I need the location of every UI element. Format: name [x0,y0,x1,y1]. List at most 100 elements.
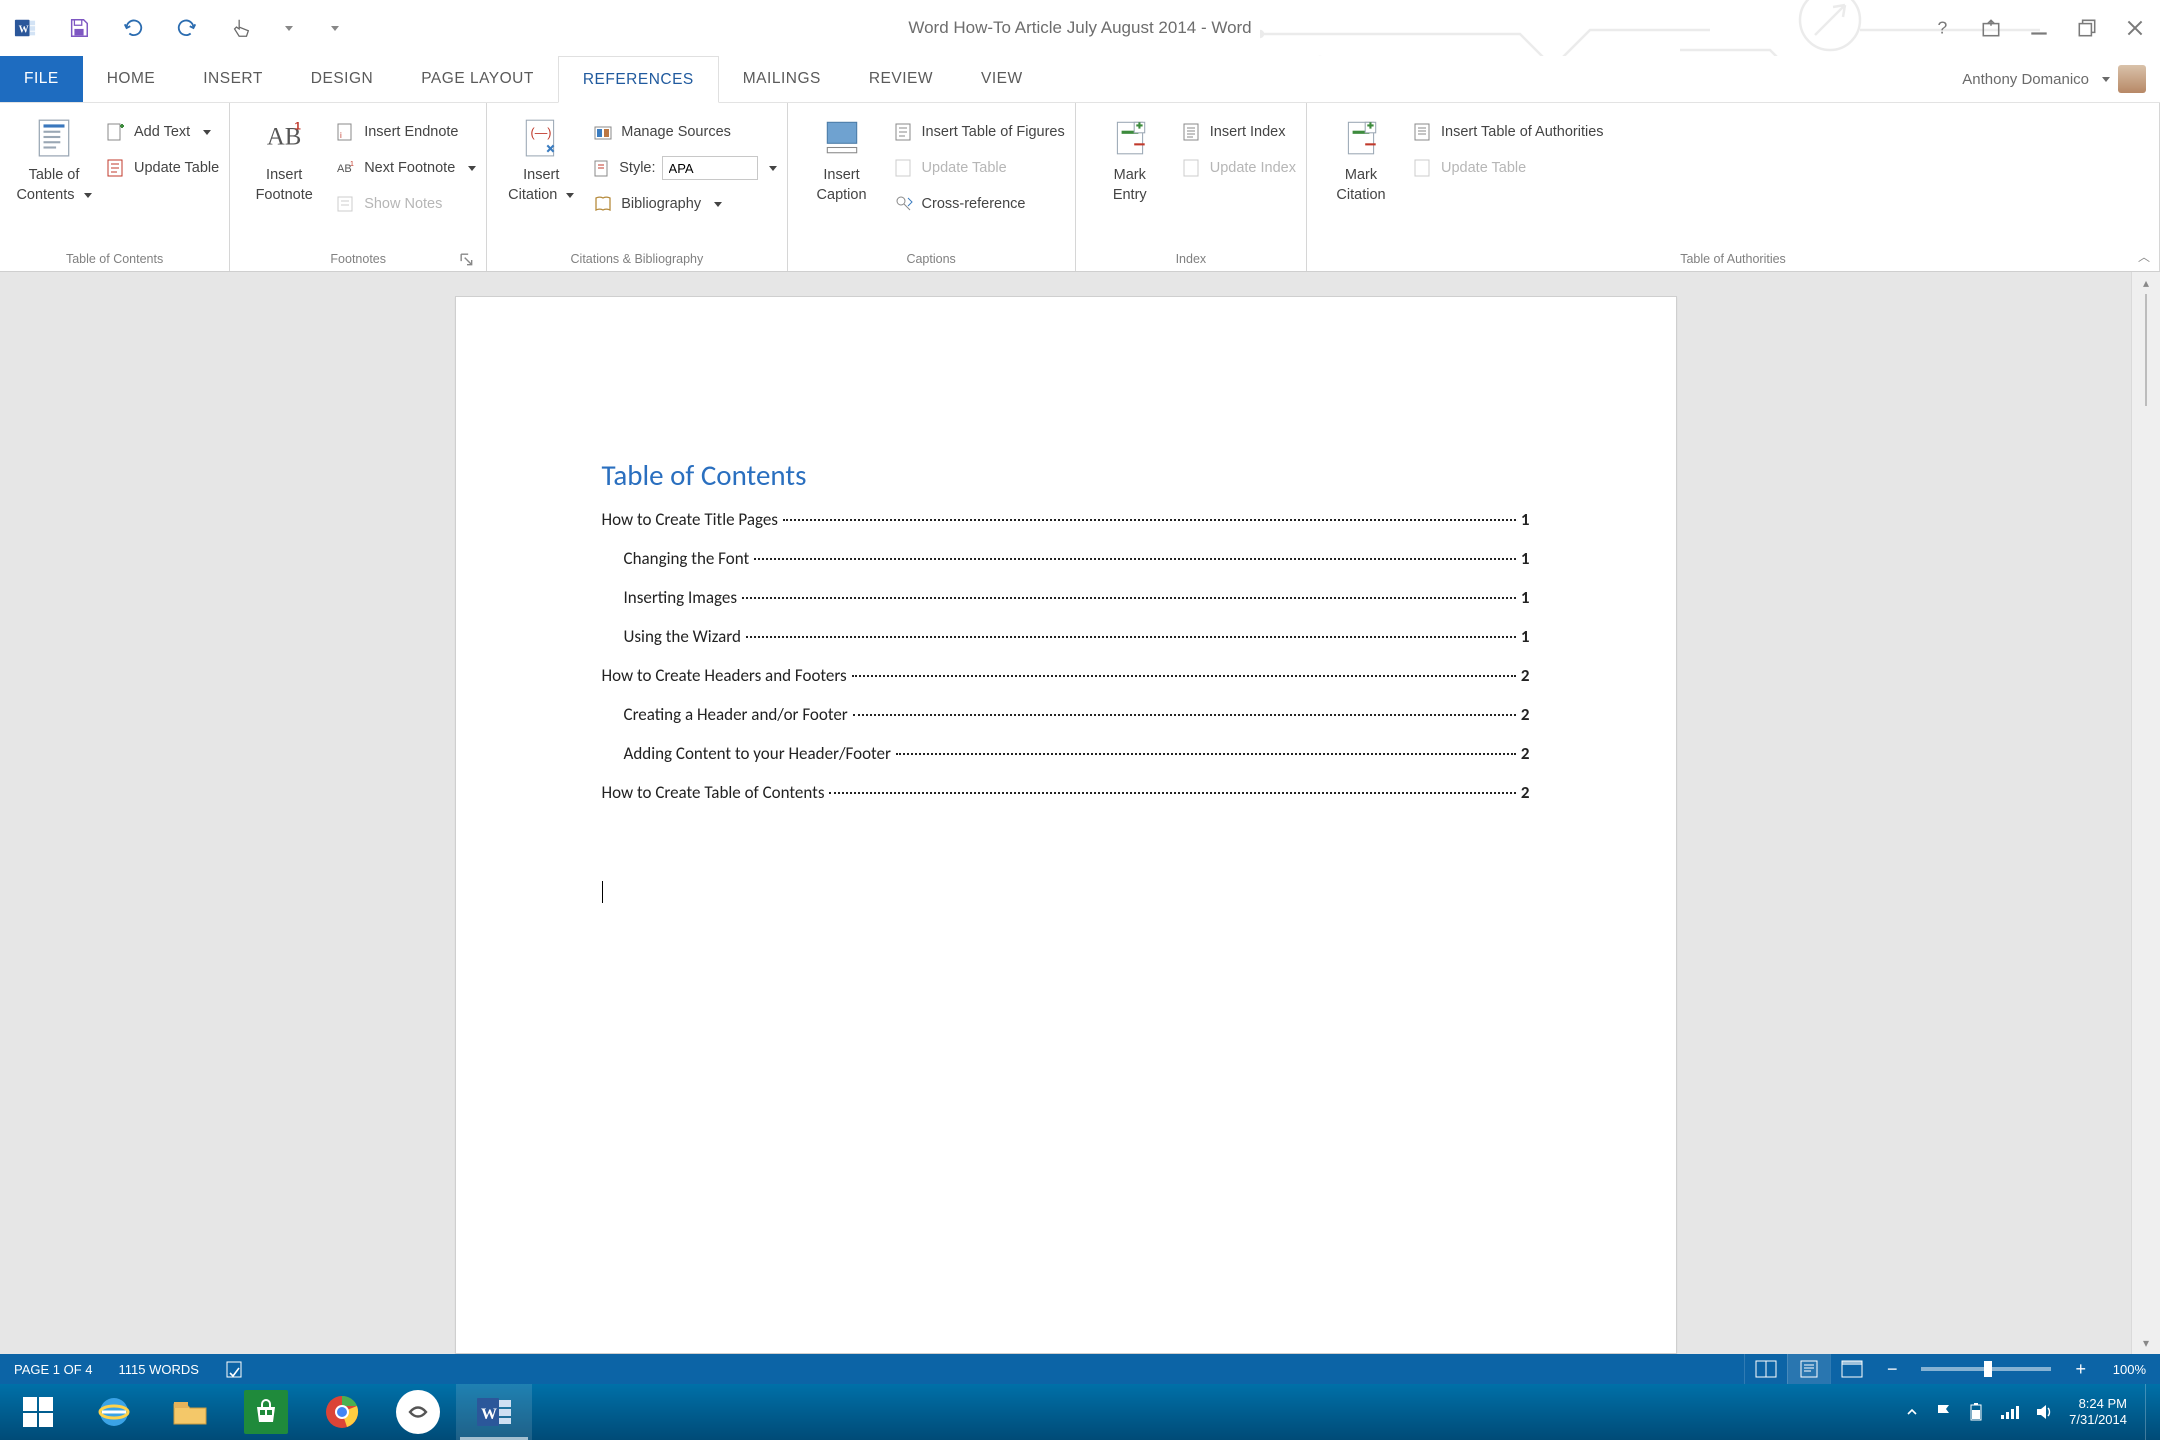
group-label-captions: Captions [798,247,1065,271]
undo-icon[interactable] [118,13,148,43]
toc-entry[interactable]: Inserting Images 1 [602,587,1530,608]
tab-home[interactable]: HOME [83,56,180,102]
group-table-of-contents: Table of Contents Add Text Update Table … [0,103,230,271]
tray-wifi-icon[interactable] [1999,1404,2019,1420]
touch-mode-dropdown[interactable] [280,26,292,31]
toc-entry-text: Changing the Font [624,548,750,569]
mark-citation-button[interactable]: Mark Citation [1317,109,1405,205]
style-icon [593,158,613,178]
customize-qat-dropdown[interactable] [326,26,338,31]
mark-entry-icon [1109,113,1151,161]
tab-review[interactable]: REVIEW [845,56,957,102]
svg-text:W: W [19,25,29,36]
toc-entry-text: How to Create Table of Contents [602,782,825,803]
footnotes-dialog-launcher-icon[interactable] [460,253,474,267]
page[interactable]: Table of Contents How to Create Title Pa… [455,296,1677,1354]
document-scroll-area[interactable]: Table of Contents How to Create Title Pa… [0,272,2131,1354]
scroll-up-icon[interactable]: ▴ [2143,272,2149,294]
manage-sources-button[interactable]: Manage Sources [593,119,776,145]
toc-entry[interactable]: Using the Wizard 1 [602,626,1530,647]
touch-mode-icon[interactable] [226,13,256,43]
vertical-scrollbar[interactable]: ▴ ▾ [2131,272,2160,1354]
zoom-slider[interactable] [1921,1367,2051,1371]
save-icon[interactable] [64,13,94,43]
toc-entry[interactable]: How to Create Headers and Footers 2 [602,665,1530,686]
taskbar-app-icon[interactable] [380,1384,456,1440]
next-footnote-button[interactable]: AB1 Next Footnote [336,155,476,181]
quick-access-toolbar: W [0,13,348,43]
update-index-icon [1182,158,1202,178]
tab-insert[interactable]: INSERT [179,56,287,102]
tray-volume-icon[interactable] [2035,1403,2053,1421]
close-icon[interactable] [2124,17,2146,39]
zoom-in-icon[interactable]: + [2069,1359,2092,1380]
insert-endnote-button[interactable]: i Insert Endnote [336,119,476,145]
word-count[interactable]: 1115 WORDS [119,1362,199,1377]
update-table-button[interactable]: Update Table [106,155,219,181]
table-of-figures-icon [894,122,914,142]
tab-file[interactable]: FILE [0,56,83,102]
web-layout-icon[interactable] [1830,1354,1873,1384]
svg-text:?: ? [1938,18,1948,38]
insert-citation-button[interactable]: (—) Insert Citation [497,109,585,205]
insert-authorities-button[interactable]: Insert Table of Authorities [1413,119,1604,145]
tab-references[interactable]: REFERENCES [558,56,719,103]
tray-overflow-icon[interactable] [1905,1405,1919,1419]
style-select[interactable] [662,156,758,180]
tab-mailings[interactable]: MAILINGS [719,56,845,102]
toc-entry[interactable]: How to Create Table of Contents 2 [602,782,1530,803]
add-text-button[interactable]: Add Text [106,119,219,145]
style-dropdown-icon[interactable] [764,160,777,176]
toc-entry-text: How to Create Title Pages [602,509,778,530]
tab-page-layout[interactable]: PAGE LAYOUT [397,56,558,102]
zoom-level[interactable]: 100% [2100,1362,2146,1377]
toc-entry-page: 2 [1521,704,1530,725]
manage-sources-icon [593,122,613,142]
proofing-icon[interactable] [225,1359,245,1379]
taskbar-explorer-icon[interactable] [152,1384,228,1440]
insert-index-button[interactable]: Insert Index [1182,119,1296,145]
toc-entry[interactable]: Creating a Header and/or Footer 2 [602,704,1530,725]
page-indicator[interactable]: PAGE 1 OF 4 [14,1362,93,1377]
scroll-down-icon[interactable]: ▾ [2143,1332,2149,1354]
read-mode-icon[interactable] [1744,1354,1787,1384]
toc-entry-text: How to Create Headers and Footers [602,665,847,686]
print-layout-icon[interactable] [1787,1354,1830,1384]
mark-entry-button[interactable]: Mark Entry [1086,109,1174,205]
tab-design[interactable]: DESIGN [287,56,397,102]
scroll-thumb[interactable] [2145,294,2147,406]
ribbon-display-options-icon[interactable] [1980,17,2002,39]
restore-icon[interactable] [2076,17,2098,39]
insert-footnote-button[interactable]: AB1 Insert Footnote [240,109,328,205]
tab-view[interactable]: VIEW [957,56,1047,102]
ribbon: Table of Contents Add Text Update Table … [0,103,2160,272]
minimize-icon[interactable] [2028,17,2050,39]
update-authorities-icon [1413,158,1433,178]
toc-entry[interactable]: How to Create Title Pages 1 [602,509,1530,530]
cross-reference-button[interactable]: Cross-reference [894,191,1065,217]
redo-icon[interactable] [172,13,202,43]
toc-entry-page: 2 [1521,665,1530,686]
collapse-ribbon-icon[interactable]: ︿ [2138,248,2150,265]
group-label-authorities: Table of Authorities [1317,247,2149,271]
show-desktop-button[interactable] [2145,1384,2156,1440]
help-icon[interactable]: ? [1932,17,1954,39]
taskbar-ie-icon[interactable] [76,1384,152,1440]
taskbar-store-icon[interactable] [228,1384,304,1440]
user-dropdown-icon [2097,71,2110,88]
tray-clock[interactable]: 8:24 PM 7/31/2014 [2069,1396,2129,1428]
start-button[interactable] [0,1384,76,1440]
taskbar-word-icon[interactable]: W [456,1384,532,1440]
zoom-out-icon[interactable]: − [1881,1359,1904,1380]
taskbar-chrome-icon[interactable] [304,1384,380,1440]
toc-entry[interactable]: Changing the Font 1 [602,548,1530,569]
svg-text:i: i [340,131,342,140]
tray-flag-icon[interactable] [1935,1403,1953,1421]
bibliography-button[interactable]: Bibliography [593,191,776,217]
insert-table-of-figures-button[interactable]: Insert Table of Figures [894,119,1065,145]
insert-caption-button[interactable]: Insert Caption [798,109,886,205]
user-account[interactable]: Anthony Domanico [1962,56,2146,102]
toc-entry[interactable]: Adding Content to your Header/Footer 2 [602,743,1530,764]
table-of-contents-button[interactable]: Table of Contents [10,109,98,205]
tray-battery-icon[interactable] [1969,1402,1983,1422]
